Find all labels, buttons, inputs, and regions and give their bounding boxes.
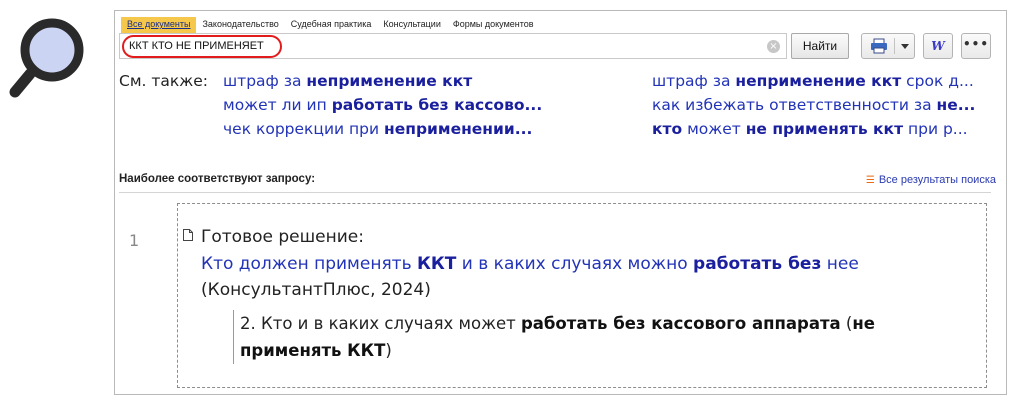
see-also-link[interactable]: штраф за неприменение ккт xyxy=(223,69,573,93)
link-text: срок д... xyxy=(901,72,974,90)
title-bold-text: работать без xyxy=(693,254,822,274)
sort-icon: ☰ xyxy=(865,174,875,186)
see-also-right-column: штраф за неприменение ккт срок д... как … xyxy=(652,69,1002,141)
link-text: как избежать ответственности за xyxy=(652,96,937,114)
see-also-link[interactable]: чек коррекции при неприменении... xyxy=(223,117,573,141)
result-number: 1 xyxy=(129,231,140,250)
link-bold-text: не... xyxy=(936,96,976,114)
see-also-link[interactable]: штраф за неприменение ккт срок д... xyxy=(652,69,1002,93)
tab-court-practice[interactable]: Судебная практика xyxy=(285,17,378,33)
snippet-bold-text: работать без кассового аппарата xyxy=(520,314,841,333)
search-query-text: ККТ КТО НЕ ПРИМЕНЯЕТ xyxy=(129,40,264,52)
link-text: чек коррекции при xyxy=(223,120,385,138)
results-heading: Наиболее соответствуют запросу: xyxy=(119,173,316,185)
link-bold-text: кто xyxy=(652,120,683,138)
find-button[interactable]: Найти xyxy=(791,33,849,59)
document-snippet[interactable]: 2. Кто и в каких случаях может работать … xyxy=(233,310,963,364)
link-bold-text: неприменение ккт xyxy=(735,72,902,90)
link-text: может xyxy=(682,120,746,138)
link-bold-text: работать без кассово... xyxy=(331,96,543,114)
see-also-left-column: штраф за неприменение ккт может ли ип ра… xyxy=(223,69,573,141)
all-results-link[interactable]: ☰ Все результаты поиска xyxy=(866,174,996,186)
link-bold-text: неприменение ккт xyxy=(306,72,473,90)
link-text: штраф за xyxy=(223,72,307,90)
tab-all-documents[interactable]: Все документы xyxy=(121,17,197,33)
link-bold-text: не применять ккт xyxy=(745,120,904,138)
snippet-text: ( xyxy=(840,314,853,333)
print-button[interactable] xyxy=(861,33,915,59)
more-button[interactable]: ••• xyxy=(961,33,991,59)
magnifier-icon xyxy=(9,18,84,98)
word-export-button[interactable]: W xyxy=(923,33,953,59)
document-source: (КонсультантПлюс, 2024) xyxy=(201,280,431,300)
link-text: при р... xyxy=(903,120,968,138)
title-bold-text: ККТ xyxy=(417,254,457,274)
results-divider xyxy=(119,192,991,193)
link-text: может ли ип xyxy=(223,96,332,114)
see-also-link[interactable]: как избежать ответственности за не... xyxy=(652,93,1002,117)
result-card[interactable]: Готовое решение: Кто должен применять КК… xyxy=(177,203,987,388)
search-input[interactable]: ККТ КТО НЕ ПРИМЕНЯЕТ × xyxy=(119,33,787,59)
print-button-divider xyxy=(894,38,895,54)
chevron-down-icon[interactable] xyxy=(901,44,909,49)
word-export-icon: W xyxy=(931,39,945,53)
see-also-link[interactable]: кто может не применять ккт при р... xyxy=(652,117,1002,141)
tab-legislation[interactable]: Законодательство xyxy=(196,17,284,33)
all-results-label: Все результаты поиска xyxy=(878,174,996,186)
tab-document-forms[interactable]: Формы документов xyxy=(447,17,540,33)
tab-consultations[interactable]: Консультации xyxy=(377,17,447,33)
link-bold-text: неприменении... xyxy=(384,120,533,138)
see-also-label: См. также: xyxy=(119,72,208,90)
snippet-text: ) xyxy=(385,341,392,360)
snippet-text: 2. Кто и в каких случаях может xyxy=(240,314,521,333)
see-also-link[interactable]: может ли ип работать без кассово... xyxy=(223,93,573,117)
title-text: нее xyxy=(821,254,859,274)
search-panel: Все документы Законодательство Судебная … xyxy=(114,10,1007,395)
document-icon xyxy=(183,229,193,241)
search-tabs: Все документы Законодательство Судебная … xyxy=(121,17,540,33)
link-text: штраф за xyxy=(652,72,736,90)
document-title-link[interactable]: Кто должен применять ККТ и в каких случа… xyxy=(201,251,971,277)
title-text: Кто должен применять xyxy=(201,254,417,274)
more-icon: ••• xyxy=(962,37,989,51)
printer-icon xyxy=(871,38,887,54)
document-type: Готовое решение: xyxy=(201,227,364,247)
clear-icon[interactable]: × xyxy=(767,40,780,53)
title-text: и в каких случаях можно xyxy=(456,254,694,274)
